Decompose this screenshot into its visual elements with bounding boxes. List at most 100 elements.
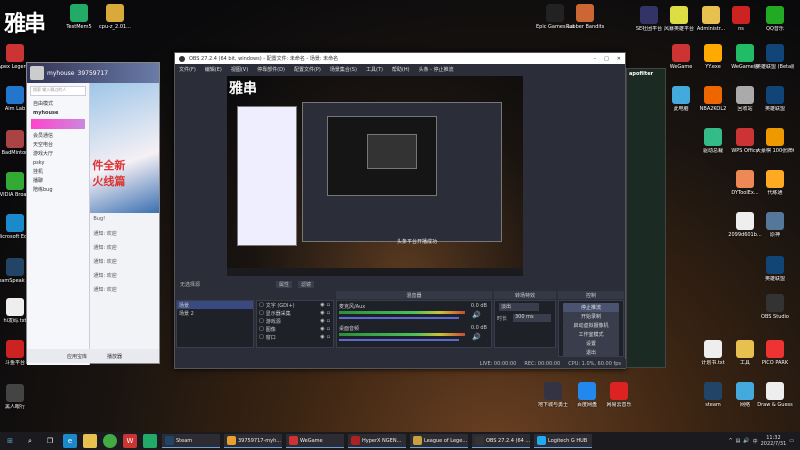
- obs-menu-item[interactable]: 帮助(H): [392, 66, 410, 73]
- lock-icon[interactable]: ▫: [327, 326, 330, 332]
- qq-footer-player[interactable]: 播放器: [107, 353, 122, 360]
- obs-menu-item[interactable]: 文件(F): [179, 66, 196, 73]
- obs-control-button[interactable]: 设置: [563, 339, 619, 348]
- notification-icon[interactable]: ▭: [789, 438, 794, 444]
- obs-preview[interactable]: 雅串 头条平台开播成功: [227, 76, 523, 276]
- close-icon[interactable]: ✕: [617, 56, 621, 62]
- filters-button[interactable]: 滤镜: [298, 280, 315, 288]
- desktop-icon[interactable]: 英雄联盟: [756, 86, 794, 112]
- desktop-icon[interactable]: 网易云音乐: [600, 382, 638, 408]
- chevron-up-icon[interactable]: ^: [728, 438, 732, 444]
- duration-input[interactable]: 300 ms: [513, 314, 551, 322]
- search-icon[interactable]: ⌕: [23, 434, 37, 448]
- qq-footer-apps[interactable]: 应用宝库: [67, 353, 87, 360]
- scenes-list[interactable]: 场景 场景 2: [176, 300, 254, 348]
- desktop-icon[interactable]: Draw & Guess: [756, 382, 794, 408]
- sources-list[interactable]: ▢ 文字 (GDI+) ◉ ▫ ▢ 显示器采集 ◉ ▫ ▢ 游戏源 ◉ ▫ ▢ 图像 ◉ ▫ ▢ 窗口 ◉ ▫: [256, 300, 334, 348]
- taskbar-app-button[interactable]: OBS 27.2.4 (64 ...: [472, 434, 530, 448]
- clock[interactable]: 11:32 2022/7/31: [761, 435, 787, 447]
- source-item[interactable]: ▢ 游戏源 ◉ ▫: [257, 317, 333, 325]
- qq-tree-item[interactable]: 播聊: [27, 176, 89, 185]
- network-icon[interactable]: ▤: [736, 438, 741, 444]
- chrome-icon[interactable]: [103, 434, 117, 448]
- lock-icon[interactable]: ▫: [327, 302, 330, 308]
- qq-tree-item[interactable]: 挂机: [27, 167, 89, 176]
- taskbar-app-button[interactable]: WeGame: [286, 434, 344, 448]
- obs-menu-item[interactable]: 视图(V): [231, 66, 248, 73]
- obs-control-button[interactable]: 启动虚拟摄像机: [563, 321, 619, 330]
- desktop-icon[interactable]: cpu-z_2.01...: [96, 4, 134, 30]
- qq-tree-item[interactable]: psky: [27, 158, 89, 167]
- mixer-slider-desktop[interactable]: [339, 339, 459, 341]
- taskbar-app-button[interactable]: 39759717-myh...: [224, 434, 282, 448]
- folder-icon[interactable]: [83, 434, 97, 448]
- desktop-icon[interactable]: 地下城与勇士: [534, 382, 572, 408]
- source-item[interactable]: ▢ 文字 (GDI+) ◉ ▫: [257, 301, 333, 309]
- obs-menu-item[interactable]: 编辑(E): [205, 66, 222, 73]
- wps-icon[interactable]: W: [123, 434, 137, 448]
- desktop-icon[interactable]: 原神: [756, 212, 794, 238]
- qq-tree-item[interactable]: 天空电台: [27, 140, 89, 149]
- desktop-icon[interactable]: OBS Studio: [756, 294, 794, 320]
- speaker-icon[interactable]: 🔊: [472, 311, 481, 319]
- source-item[interactable]: ▢ 窗口 ◉ ▫: [257, 333, 333, 341]
- scene-item[interactable]: 场景: [177, 301, 253, 309]
- background-window[interactable]: apofilter: [626, 68, 666, 368]
- desktop-icon[interactable]: Rubber Bandits: [566, 4, 604, 30]
- eye-icon[interactable]: ◉: [320, 334, 324, 340]
- ime-icon[interactable]: 中: [753, 438, 758, 445]
- qq-window[interactable]: myhouse 39759717 搜索 输入聊过的人 自由模式 myhouse …: [26, 62, 160, 365]
- eye-icon[interactable]: ◉: [320, 318, 324, 324]
- start-button[interactable]: ⊞: [3, 434, 17, 448]
- eye-icon[interactable]: ◉: [320, 326, 324, 332]
- qq-tree-item[interactable]: 陪练bug: [27, 185, 89, 194]
- minimize-icon[interactable]: –: [594, 56, 597, 62]
- desktop-icon[interactable]: 英雄联盟 (Beta版): [756, 44, 794, 70]
- eye-icon[interactable]: ◉: [320, 302, 324, 308]
- desktop-icon[interactable]: PICO PARK: [756, 340, 794, 366]
- qq-mode-label[interactable]: 自由模式: [27, 99, 89, 108]
- desktop-icon[interactable]: TestMem5: [60, 4, 98, 30]
- obs-window[interactable]: OBS 27.2.4 (64 bit, windows) - 配置文件: 未命名…: [174, 52, 627, 369]
- qq-tree-item[interactable]: 会员通信: [27, 131, 89, 140]
- source-item[interactable]: ▢ 显示器采集 ◉ ▫: [257, 309, 333, 317]
- obs-control-button[interactable]: 退出: [563, 348, 619, 357]
- qq-channel[interactable]: myhouse: [27, 108, 89, 117]
- obs-control-button[interactable]: 开始录制: [563, 312, 619, 321]
- avatar[interactable]: [30, 66, 44, 80]
- taskbar-app-button[interactable]: Logitech G HUB: [534, 434, 592, 448]
- lock-icon[interactable]: ▫: [327, 318, 330, 324]
- desktop-icon[interactable]: 黑人眼行: [0, 384, 34, 410]
- taskbar-app-button[interactable]: Steam: [162, 434, 220, 448]
- obs-control-button[interactable]: 工作室模式: [563, 330, 619, 339]
- obs-menu-item[interactable]: 场景集合(S): [330, 66, 357, 73]
- obs-menu-item[interactable]: 工具(T): [366, 66, 383, 73]
- obs-control-button[interactable]: 停止推流: [563, 303, 619, 312]
- task-view-icon[interactable]: ❐: [43, 434, 57, 448]
- lock-icon[interactable]: ▫: [327, 334, 330, 340]
- app-icon[interactable]: [143, 434, 157, 448]
- desktop-icon[interactable]: 英雄联盟: [756, 256, 794, 282]
- transition-select[interactable]: 淡出: [499, 303, 539, 311]
- source-item[interactable]: ▢ 图像 ◉ ▫: [257, 325, 333, 333]
- taskbar-app-button[interactable]: League of Lege...: [410, 434, 468, 448]
- scene-item[interactable]: 场景 2: [177, 309, 253, 317]
- desktop-icon[interactable]: QQ音乐: [756, 6, 794, 32]
- desktop-icon[interactable]: ns: [722, 6, 760, 32]
- lock-icon[interactable]: ▫: [327, 310, 330, 316]
- obs-menu-item[interactable]: 头条 - 停止推流: [419, 66, 454, 73]
- qq-ad-banner[interactable]: 件全新 火线篇: [90, 83, 159, 213]
- mixer-slider-mic[interactable]: [339, 317, 459, 319]
- volume-icon[interactable]: 🔊: [743, 438, 749, 444]
- qq-search-input[interactable]: 搜索 输入聊过的人: [30, 86, 87, 96]
- desktop-icon[interactable]: 代练通: [756, 170, 794, 196]
- qq-tree-item[interactable]: 游戏大厅: [27, 149, 89, 158]
- obs-menu-item[interactable]: 停靠部件(D): [257, 66, 285, 73]
- obs-menu-item[interactable]: 配置文件(P): [294, 66, 321, 73]
- eye-icon[interactable]: ◉: [320, 310, 324, 316]
- taskbar-app-button[interactable]: HyperX NGEN...: [348, 434, 406, 448]
- properties-button[interactable]: 属性: [276, 280, 293, 288]
- maximize-icon[interactable]: □: [604, 56, 609, 62]
- speaker-icon[interactable]: 🔊: [472, 333, 481, 341]
- desktop-icon[interactable]: 大豪棋 100张牌组: [756, 128, 794, 154]
